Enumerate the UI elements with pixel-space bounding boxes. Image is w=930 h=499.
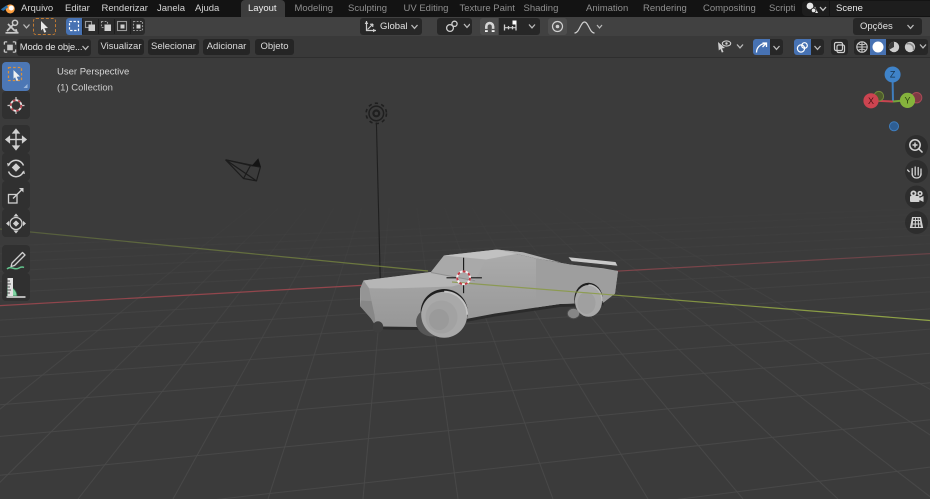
svg-text:X: X [868, 96, 874, 106]
svg-text:Z: Z [890, 70, 896, 80]
svg-text:User Perspective: User Perspective [57, 67, 129, 78]
svg-text:(1) Collection: (1) Collection [57, 83, 113, 94]
svg-text:Y: Y [904, 96, 910, 106]
